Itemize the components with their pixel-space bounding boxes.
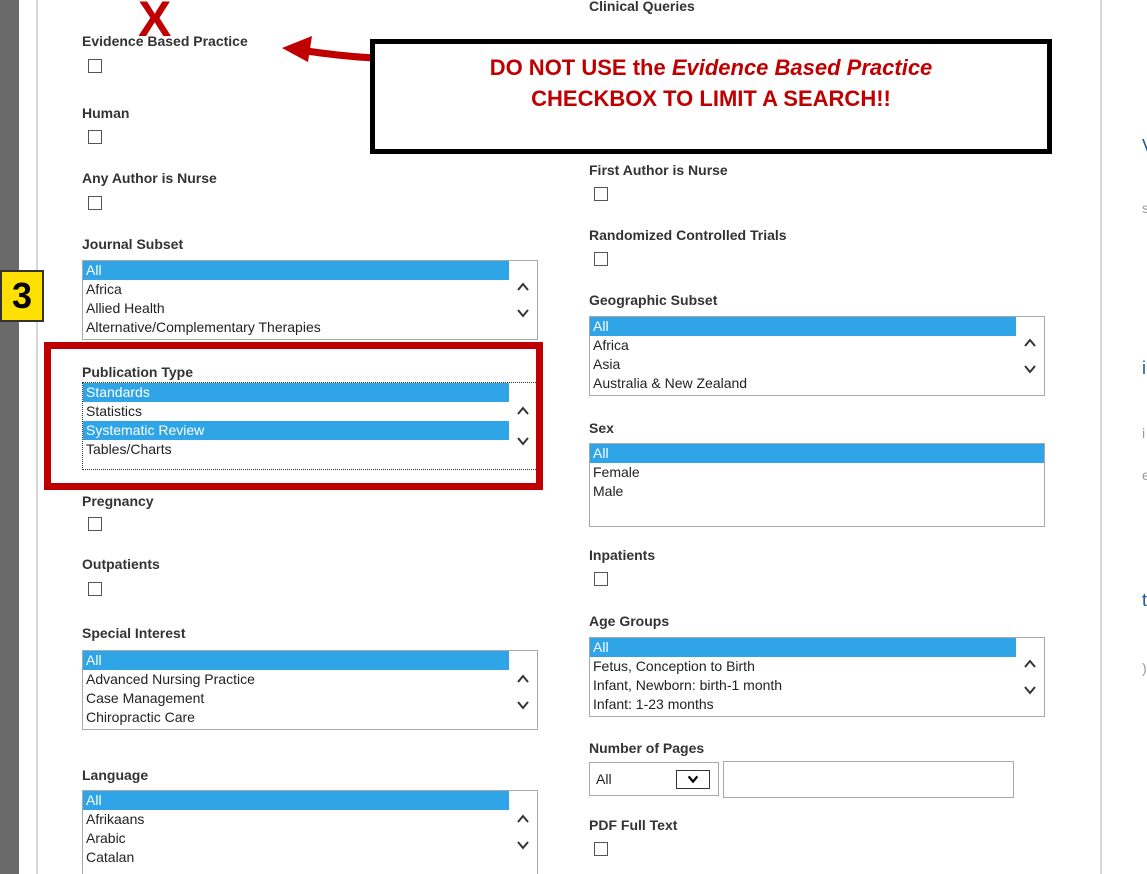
chevron-down-icon[interactable] (1022, 361, 1038, 377)
clinical-queries-label: Clinical Queries (589, 0, 695, 14)
listbox-option[interactable]: Advanced Nursing Practice (83, 670, 537, 689)
any-author-nurse-label: Any Author is Nurse (82, 170, 217, 186)
chevron-up-icon[interactable] (515, 279, 531, 295)
clipped-text-fragment: ) (1142, 660, 1147, 676)
step-number-badge: 3 (0, 270, 44, 322)
listbox-option[interactable]: Fetus, Conception to Birth (590, 657, 1044, 676)
language-listbox[interactable]: All Afrikaans Arabic Catalan (82, 790, 538, 874)
listbox-option[interactable]: Alternative/Complementary Therapies (83, 318, 537, 337)
listbox-option[interactable]: Allied Health (83, 299, 537, 318)
listbox-scrollbar[interactable] (509, 651, 537, 729)
first-author-nurse-label: First Author is Nurse (589, 162, 728, 178)
clipped-text-fragment: s (1142, 200, 1147, 216)
any-author-nurse-checkbox[interactable] (88, 196, 102, 210)
listbox-option[interactable]: Case Management (83, 689, 537, 708)
geographic-subset-listbox[interactable]: All Africa Asia Australia & New Zealand (589, 316, 1045, 396)
listbox-scrollbar[interactable] (1016, 638, 1044, 716)
chevron-down-icon[interactable] (1022, 682, 1038, 698)
sex-listbox[interactable]: All Female Male (589, 443, 1045, 527)
chevron-up-icon[interactable] (515, 671, 531, 687)
clipped-text-fragment: t (1142, 590, 1147, 610)
evidence-based-practice-checkbox[interactable] (88, 59, 102, 73)
language-label: Language (82, 767, 149, 783)
listbox-option[interactable]: All (590, 444, 1044, 463)
dropdown-button[interactable] (676, 770, 710, 789)
listbox-option[interactable]: Australia & New Zealand (590, 374, 1044, 393)
special-interest-listbox[interactable]: All Advanced Nursing Practice Case Manag… (82, 650, 538, 730)
red-arrow-icon (282, 36, 378, 62)
number-of-pages-select[interactable]: All (589, 762, 719, 796)
left-gutter (19, 0, 36, 874)
listbox-option[interactable]: Afrikaans (83, 810, 537, 829)
chevron-up-icon[interactable] (1022, 656, 1038, 672)
warning-prefix: DO NOT USE the (489, 55, 672, 80)
warning-italic: Evidence Based Practice (671, 55, 933, 80)
number-of-pages-input[interactable] (723, 761, 1014, 798)
listbox-option[interactable]: Africa (83, 280, 537, 299)
listbox-option[interactable]: Infant: 1-23 months (590, 695, 1044, 714)
sex-label: Sex (589, 420, 614, 436)
chevron-down-icon (687, 775, 699, 784)
chevron-down-icon[interactable] (515, 697, 531, 713)
inpatients-checkbox[interactable] (594, 572, 608, 586)
journal-subset-listbox[interactable]: All Africa Allied Health Alternative/Com… (82, 260, 538, 340)
warning-line-1: DO NOT USE the Evidence Based Practice (375, 55, 1047, 81)
listbox-option[interactable]: All (83, 791, 509, 810)
clipped-text-fragment: i (1142, 358, 1146, 378)
select-value: All (596, 771, 612, 787)
listbox-option[interactable]: Africa (590, 336, 1044, 355)
left-divider (36, 0, 38, 874)
listbox-option[interactable]: Female (590, 463, 1044, 482)
pregnancy-checkbox[interactable] (88, 517, 102, 531)
right-results-pane-clipped: V s i i e t ) (1102, 0, 1147, 874)
pdf-full-text-checkbox[interactable] (594, 842, 608, 856)
randomized-controlled-trials-checkbox[interactable] (594, 252, 608, 266)
age-groups-label: Age Groups (589, 613, 670, 629)
human-label: Human (82, 105, 130, 121)
publication-type-highlight (44, 342, 543, 490)
listbox-scrollbar[interactable] (1016, 317, 1044, 395)
pregnancy-label: Pregnancy (82, 493, 154, 509)
chevron-down-icon[interactable] (515, 837, 531, 853)
inpatients-label: Inpatients (589, 547, 656, 563)
chevron-down-icon[interactable] (515, 305, 531, 321)
red-x-mark: X (138, 0, 172, 47)
randomized-controlled-trials-label: Randomized Controlled Trials (589, 227, 787, 243)
chevron-up-icon[interactable] (1022, 335, 1038, 351)
pdf-full-text-label: PDF Full Text (589, 817, 678, 833)
human-checkbox[interactable] (88, 130, 102, 144)
listbox-option[interactable]: All (590, 317, 1016, 336)
journal-subset-label: Journal Subset (82, 236, 184, 252)
number-of-pages-label: Number of Pages (589, 740, 705, 756)
age-groups-listbox[interactable]: All Fetus, Conception to Birth Infant, N… (589, 637, 1045, 717)
chevron-up-icon[interactable] (515, 811, 531, 827)
left-sidebar-edge (0, 0, 19, 874)
clipped-text-fragment: V (1142, 136, 1147, 157)
listbox-option[interactable]: Chiropractic Care (83, 708, 537, 727)
clipped-text-fragment: e (1142, 467, 1147, 483)
clipped-text-fragment: i (1142, 425, 1146, 441)
warning-callout: DO NOT USE the Evidence Based Practice C… (370, 39, 1052, 154)
listbox-option[interactable]: All (83, 651, 509, 670)
geographic-subset-label: Geographic Subset (589, 292, 718, 308)
listbox-option[interactable]: All (590, 638, 1016, 657)
listbox-scrollbar[interactable] (509, 791, 537, 874)
special-interest-label: Special Interest (82, 625, 186, 641)
outpatients-checkbox[interactable] (88, 582, 102, 596)
listbox-option[interactable]: Infant, Newborn: birth-1 month (590, 676, 1044, 695)
listbox-option[interactable]: Asia (590, 355, 1044, 374)
outpatients-label: Outpatients (82, 556, 160, 572)
listbox-scrollbar[interactable] (509, 261, 537, 339)
listbox-option[interactable]: All (83, 261, 509, 280)
warning-line-2: CHECKBOX TO LIMIT A SEARCH!! (531, 86, 891, 111)
listbox-option[interactable]: Catalan (83, 848, 537, 867)
listbox-option[interactable]: Male (590, 482, 1044, 501)
first-author-nurse-checkbox[interactable] (594, 187, 608, 201)
listbox-option[interactable]: Arabic (83, 829, 537, 848)
